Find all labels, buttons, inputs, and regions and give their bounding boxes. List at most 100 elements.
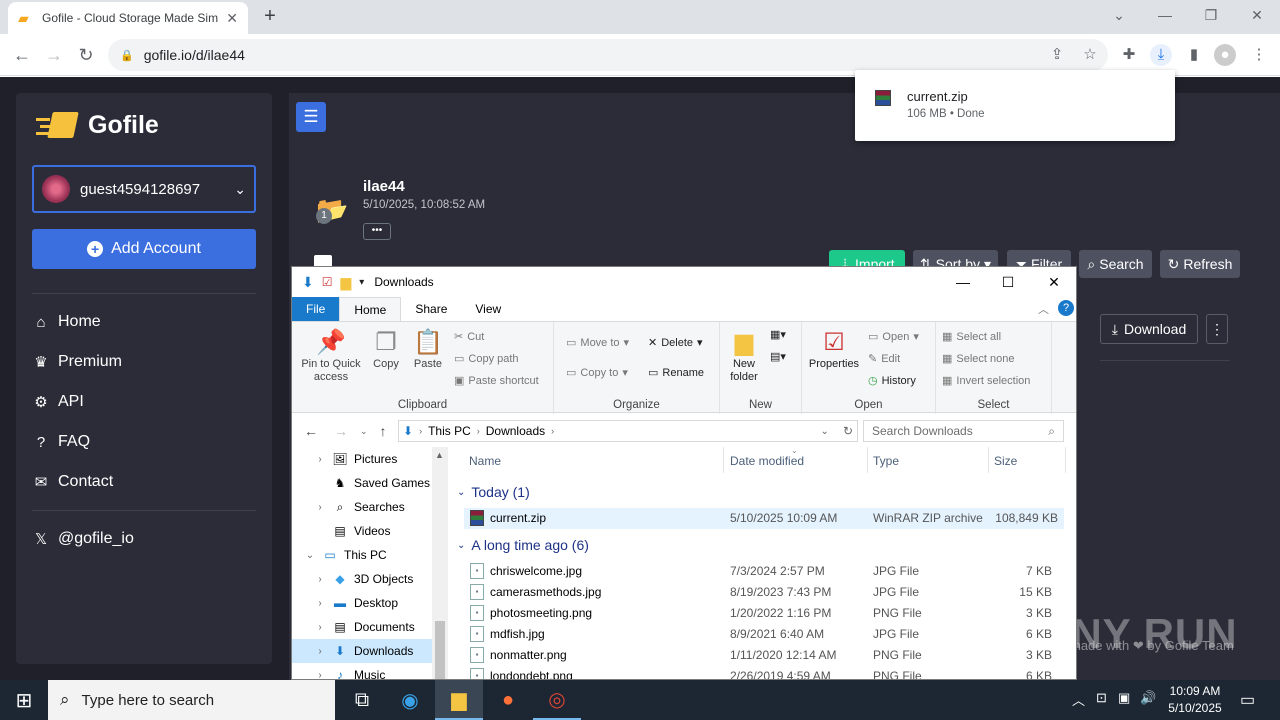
tab-home[interactable]: Home	[339, 297, 402, 321]
security-tray-icon[interactable]: ⊡	[1096, 690, 1107, 706]
copy-button[interactable]: ❐ Copy	[368, 328, 404, 371]
more-options-button[interactable]: ⋮	[1206, 314, 1228, 344]
nav-scrollbar-thumb[interactable]	[435, 621, 445, 679]
chrome-taskbar-button[interactable]: ◎	[533, 680, 581, 720]
select-none-button[interactable]: ▦ Select none	[942, 352, 1015, 366]
open-button[interactable]: ▭ Open ▾	[868, 330, 919, 344]
reload-button[interactable]: ↻	[73, 42, 99, 68]
recent-locations-button[interactable]: ⌄	[360, 426, 368, 437]
nav-item-pictures[interactable]: › 🖼 Pictures	[292, 447, 432, 471]
social-x-link[interactable]: 𝕏 @gofile_io	[32, 527, 134, 551]
delete-button[interactable]: ✕ Delete ▾	[648, 336, 703, 350]
nav-item-searches[interactable]: › ⌕ Searches	[292, 495, 432, 519]
menu-kebab-icon[interactable]: ⋮	[1248, 44, 1270, 66]
tab-file[interactable]: File	[292, 297, 340, 321]
nav-item-desktop[interactable]: › ▬ Desktop	[292, 591, 432, 615]
expand-arrow-icon[interactable]: ›	[314, 502, 326, 513]
expand-arrow-icon[interactable]: ›	[314, 622, 326, 633]
file-row[interactable]: ▪ mdfish.jpg 8/9/2021 6:40 AM JPG File 6…	[464, 624, 1064, 645]
volume-tray-icon[interactable]: 🔊	[1140, 690, 1156, 706]
nav-item-downloads[interactable]: › ⬇ Downloads	[292, 639, 432, 663]
edit-button[interactable]: ✎ Edit	[868, 352, 900, 366]
taskbar-search-box[interactable]: ⌕ Type here to search	[48, 680, 335, 720]
column-date-modified[interactable]: Date modified	[730, 454, 804, 468]
copy-to-button[interactable]: ▭ Copy to ▾	[566, 366, 628, 380]
close-window-button[interactable]: ✕	[1234, 4, 1280, 30]
column-type[interactable]: Type	[873, 454, 899, 468]
expand-arrow-icon[interactable]: ›	[314, 574, 326, 585]
add-account-button[interactable]: + Add Account	[32, 229, 256, 269]
share-icon[interactable]: ⇪	[1046, 44, 1068, 66]
pin-quick-access-button[interactable]: 📌 Pin to Quick access	[298, 328, 364, 384]
taskbar-clock[interactable]: 10:09 AM 5/10/2025	[1160, 683, 1230, 717]
select-all-button[interactable]: ▦ Select all	[942, 330, 1001, 344]
explorer-taskbar-button[interactable]: ▆	[435, 680, 483, 720]
file-row[interactable]: current.zip 5/10/2025 10:09 AM WinRAR ZI…	[464, 508, 1064, 529]
minimize-button[interactable]: —	[1142, 4, 1188, 30]
paste-button[interactable]: 📋 Paste	[408, 328, 448, 371]
copy-path-button[interactable]: ▭ Copy path	[454, 352, 519, 366]
explorer-address-bar[interactable]: ⬇ › This PC › Downloads › ⌄ ↻	[398, 420, 858, 442]
download-file-name[interactable]: current.zip	[907, 89, 968, 104]
account-selector[interactable]: guest4594128697 ⌄	[32, 165, 256, 213]
expand-arrow-icon[interactable]: ›	[314, 598, 326, 609]
firefox-taskbar-button[interactable]: ●	[484, 680, 532, 720]
rename-button[interactable]: ▭ Rename	[648, 366, 704, 380]
file-row[interactable]: ▪ photosmeeting.png 1/20/2022 1:16 PM PN…	[464, 603, 1064, 624]
expand-arrow-icon[interactable]: ›	[314, 670, 326, 680]
network-tray-icon[interactable]: ▣	[1118, 690, 1130, 706]
search-downloads-input[interactable]: Search Downloads ⌕	[863, 420, 1064, 442]
tray-overflow-icon[interactable]: ︿	[1072, 690, 1085, 709]
search-button[interactable]: ⌕ Search	[1079, 250, 1152, 278]
explorer-maximize-button[interactable]: ☐	[985, 267, 1031, 297]
breadcrumb-downloads[interactable]: Downloads	[486, 424, 545, 438]
new-folder-quick-icon[interactable]: ▆	[341, 274, 352, 291]
column-size[interactable]: Size	[994, 454, 1017, 468]
refresh-icon[interactable]: ↻	[843, 424, 853, 438]
explorer-back-button[interactable]: ←	[304, 423, 318, 439]
start-button[interactable]: ⊞	[0, 680, 48, 720]
collapse-ribbon-icon[interactable]: ︿	[1038, 301, 1049, 317]
hamburger-menu-button[interactable]: ☰	[296, 102, 326, 132]
sidebar-item-premium[interactable]: ♛ Premium	[32, 350, 122, 374]
up-button[interactable]: ↑	[380, 423, 387, 439]
new-tab-button[interactable]: +	[258, 5, 282, 29]
collapse-arrow-icon[interactable]: ⌄	[304, 550, 316, 561]
download-bubble[interactable]: current.zip 106 MB • Done	[855, 70, 1175, 141]
nav-item-this-pc[interactable]: ⌄ ▭ This PC	[292, 543, 432, 567]
customize-quick-access-icon[interactable]: ▾	[359, 277, 364, 288]
history-button[interactable]: ◷ History	[868, 374, 916, 388]
profile-avatar-icon[interactable]: ●	[1214, 44, 1236, 66]
restore-button[interactable]: ❐	[1188, 4, 1234, 30]
invert-selection-button[interactable]: ▦ Invert selection	[942, 374, 1030, 388]
properties-quick-icon[interactable]: ☑	[322, 275, 333, 289]
paste-shortcut-button[interactable]: ▣ Paste shortcut	[454, 374, 539, 388]
expand-arrow-icon[interactable]: ›	[314, 454, 326, 465]
downloads-icon[interactable]: ⤓	[1150, 44, 1172, 66]
side-panel-icon[interactable]: ▮	[1183, 44, 1205, 66]
help-icon[interactable]: ?	[1058, 300, 1074, 316]
refresh-button[interactable]: ↻ Refresh	[1160, 250, 1240, 278]
task-view-button[interactable]: ⧉	[338, 680, 386, 720]
tab-share[interactable]: Share	[401, 297, 461, 321]
address-dropdown-icon[interactable]: ⌄	[821, 426, 829, 437]
gofile-logo[interactable]: Gofile	[36, 108, 159, 142]
properties-button[interactable]: ☑ Properties	[806, 328, 862, 371]
nav-item-3d-objects[interactable]: › ◆ 3D Objects	[292, 567, 432, 591]
tab-view[interactable]: View	[461, 297, 515, 321]
nav-item-videos[interactable]: ▤ Videos	[292, 519, 432, 543]
move-to-button[interactable]: ▭ Move to ▾	[566, 336, 629, 350]
sidebar-item-api[interactable]: ⚙ API	[32, 390, 84, 414]
extensions-icon[interactable]: ✚	[1118, 44, 1140, 66]
new-item-button[interactable]: ▦▾	[770, 328, 786, 341]
explorer-minimize-button[interactable]: —	[940, 267, 986, 297]
nav-item-saved-games[interactable]: ♞ Saved Games	[292, 471, 432, 495]
notifications-icon[interactable]: ▭	[1240, 690, 1255, 710]
forward-button[interactable]: →	[41, 42, 67, 68]
breadcrumb-this-pc[interactable]: This PC	[428, 424, 471, 438]
group-today[interactable]: ⌄ Today (1)	[457, 484, 530, 500]
download-button[interactable]: ⤓ Download	[1100, 314, 1198, 344]
sidebar-item-home[interactable]: ⌂ Home	[32, 310, 100, 334]
explorer-forward-button[interactable]: →	[334, 423, 348, 439]
column-name[interactable]: Name	[469, 454, 501, 468]
